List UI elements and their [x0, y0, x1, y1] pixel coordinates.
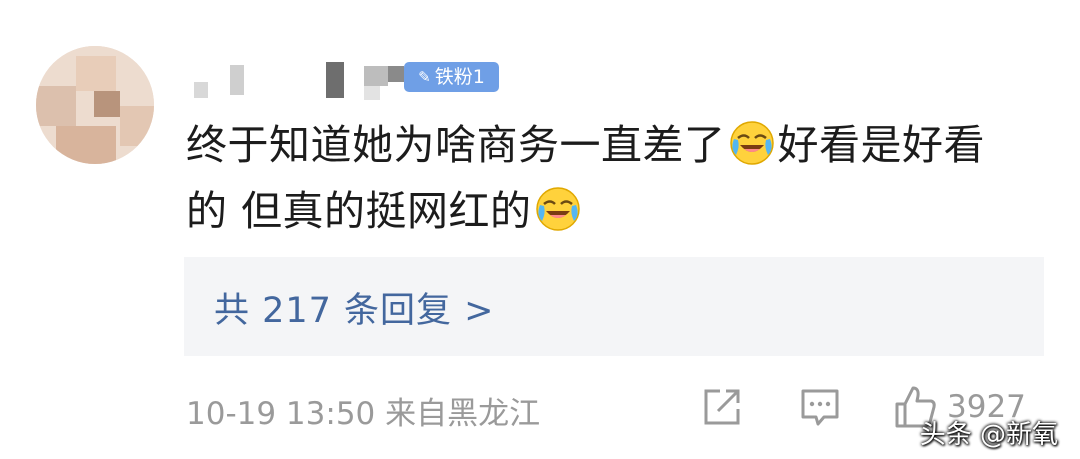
comment-icon: [801, 389, 839, 426]
pen-icon: ✎: [418, 67, 431, 86]
comment-text-part1: 终于知道她为啥商务一直差了: [186, 121, 726, 169]
watermark: 头条 @新氧: [919, 420, 1058, 450]
comment-time-location: 10-19 13:50 来自黑龙江: [186, 396, 541, 432]
view-replies-link[interactable]: 共 217 条回复 >: [214, 282, 495, 333]
fan-badge: ✎ 铁粉1: [404, 62, 499, 92]
comment-text-part3: 的 但真的挺网红的: [186, 187, 532, 235]
laugh-cry-emoji-icon: [534, 185, 582, 233]
fan-badge-label: 铁粉1: [434, 65, 485, 88]
reply-button[interactable]: [798, 382, 842, 432]
share-icon: [704, 389, 740, 425]
avatar[interactable]: [36, 46, 154, 164]
comment-text: 终于知道她为啥商务一直差了 好看是好看的 但真的挺网红的: [186, 112, 1056, 244]
share-button[interactable]: [700, 382, 744, 432]
username-redacted[interactable]: [186, 60, 416, 102]
comment-text-part2: 好看是好看: [777, 121, 985, 169]
laugh-cry-emoji-icon: [728, 119, 776, 167]
replies-panel[interactable]: 共 217 条回复 >: [184, 257, 1044, 356]
